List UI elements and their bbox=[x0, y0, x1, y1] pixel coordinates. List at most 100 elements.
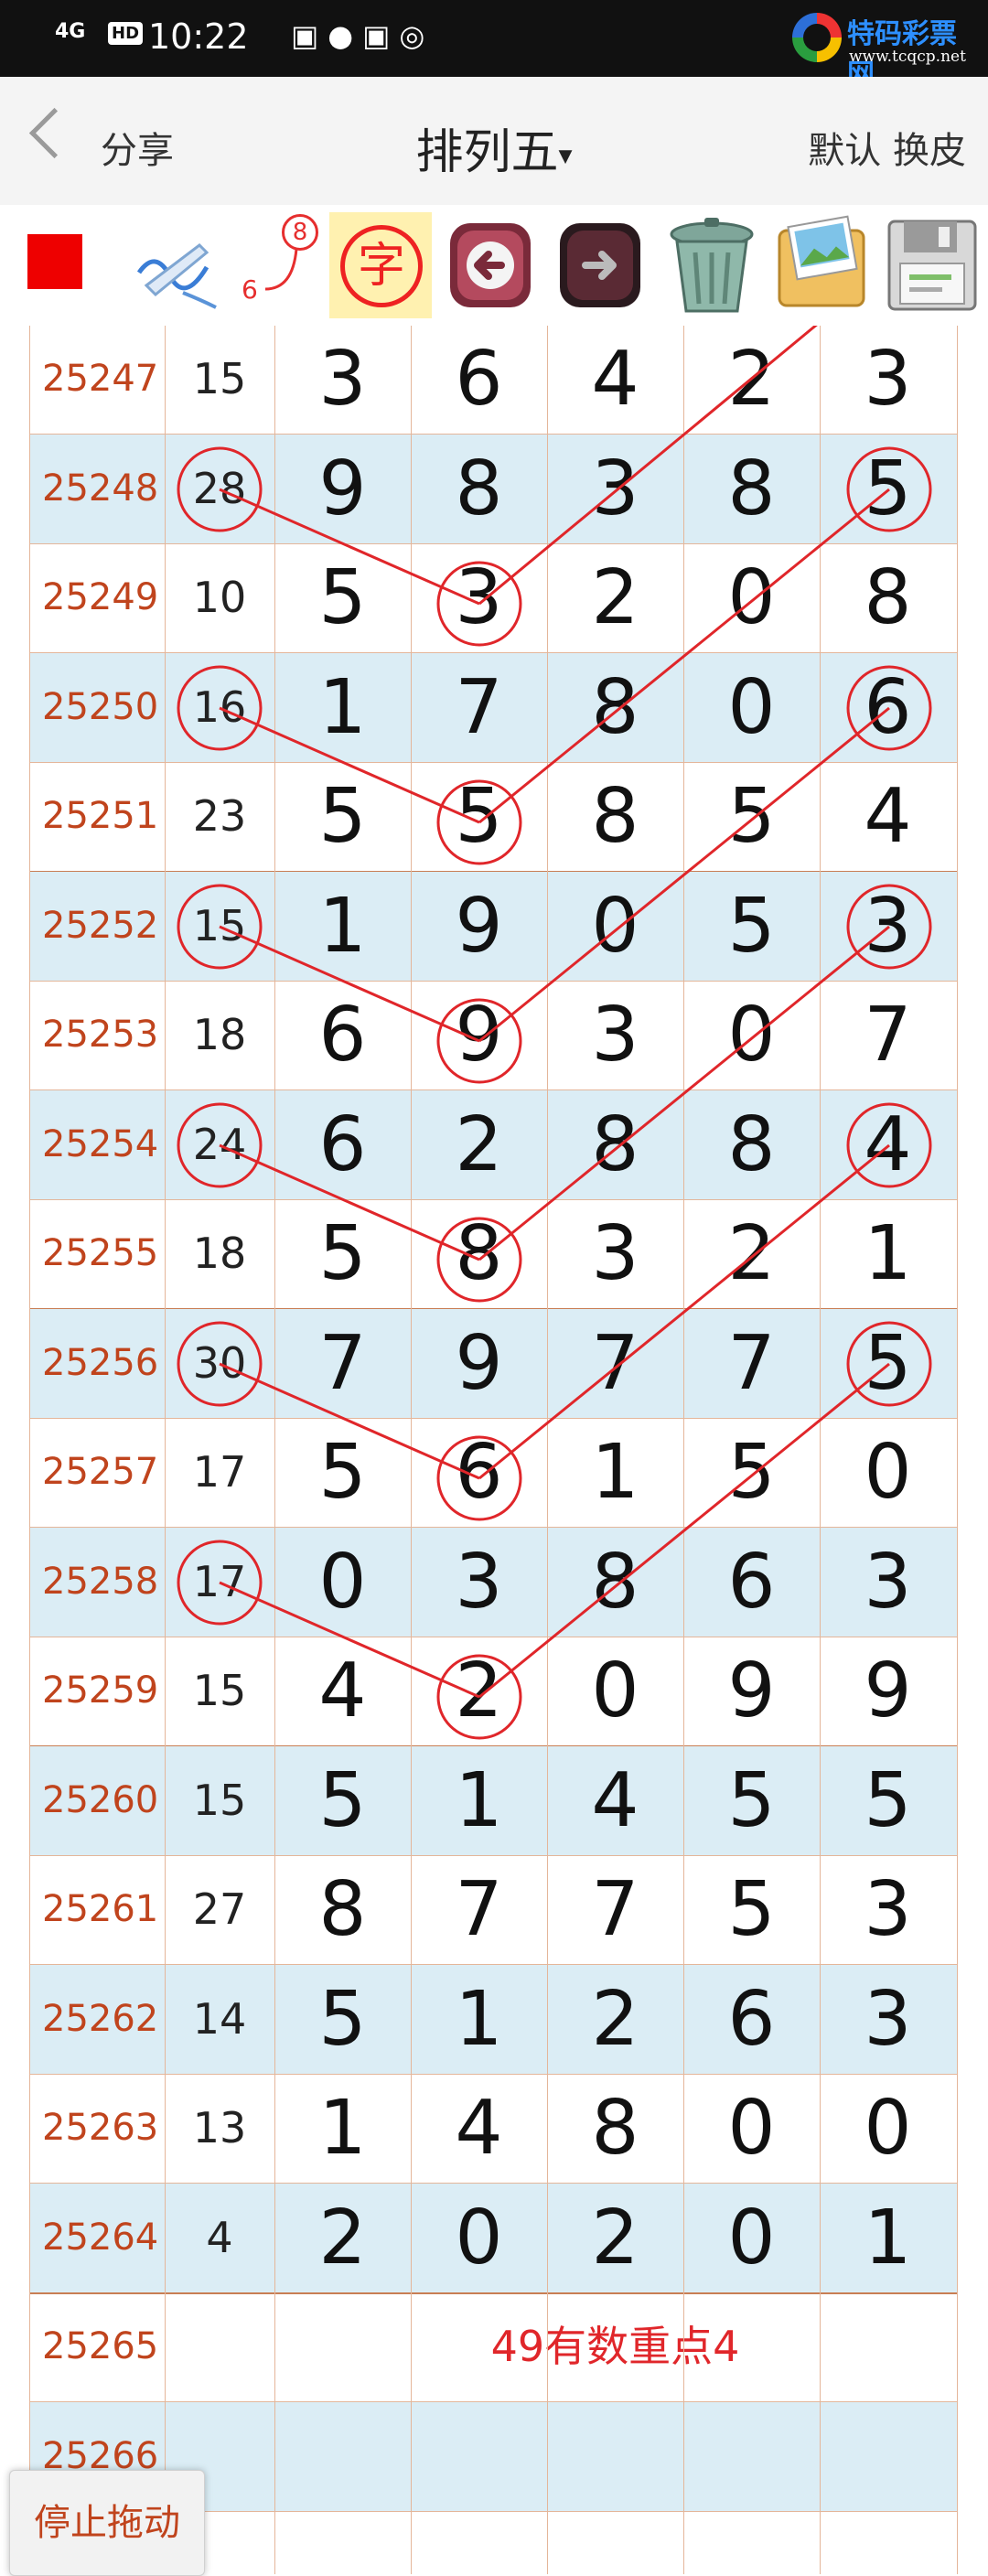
digit-cell[interactable]: 1 bbox=[274, 2074, 411, 2183]
digit-cell[interactable]: 1 bbox=[411, 1965, 547, 2074]
digit-cell[interactable] bbox=[547, 2511, 683, 2574]
digit-cell[interactable]: 9 bbox=[820, 1637, 956, 1745]
digit-cell[interactable]: 0 bbox=[683, 543, 820, 652]
digit-cell[interactable]: 0 bbox=[274, 1528, 411, 1637]
table-row[interactable]: 25257 17 5 6 1 5 0 bbox=[29, 1418, 957, 1528]
digit-cell[interactable]: 5 bbox=[820, 435, 956, 543]
digit-cell[interactable]: 8 bbox=[683, 1090, 820, 1199]
digit-cell[interactable]: 7 bbox=[547, 1309, 683, 1418]
digit-cell[interactable]: 3 bbox=[411, 543, 547, 652]
digit-cell[interactable]: 4 bbox=[411, 2074, 547, 2183]
digit-cell[interactable]: 9 bbox=[411, 981, 547, 1089]
table-row[interactable]: 25256 30 7 9 7 7 5 bbox=[29, 1309, 957, 1419]
digit-cell[interactable]: 3 bbox=[411, 1528, 547, 1637]
digit-cell[interactable]: 9 bbox=[683, 1637, 820, 1745]
digit-cell[interactable]: 2 bbox=[547, 543, 683, 652]
digit-cell[interactable]: 5 bbox=[683, 1746, 820, 1855]
digit-cell[interactable]: 0 bbox=[683, 2074, 820, 2183]
digit-cell[interactable] bbox=[683, 2511, 820, 2574]
digit-cell[interactable]: 3 bbox=[820, 872, 956, 981]
table-row[interactable]: 25261 27 8 7 7 5 3 bbox=[29, 1855, 957, 1965]
digit-cell[interactable]: 5 bbox=[411, 762, 547, 871]
digit-cell[interactable]: 8 bbox=[820, 543, 956, 652]
redo-arrow-icon[interactable] bbox=[554, 212, 646, 318]
digit-cell[interactable]: 7 bbox=[547, 1855, 683, 1964]
digit-cell[interactable]: 6 bbox=[274, 981, 411, 1089]
red-color-swatch[interactable] bbox=[27, 234, 82, 289]
skin-settings-button[interactable]: 默认 换皮 bbox=[808, 121, 966, 174]
table-row[interactable]: 25249 10 5 3 2 0 8 bbox=[29, 543, 957, 653]
digit-cell[interactable]: 6 bbox=[411, 1418, 547, 1527]
digit-cell[interactable]: 0 bbox=[683, 653, 820, 762]
digit-cell[interactable]: 2 bbox=[547, 2184, 683, 2292]
digit-cell[interactable]: 0 bbox=[547, 1637, 683, 1745]
table-row[interactable]: 25265 49有数重点4 bbox=[29, 2292, 957, 2402]
digit-cell[interactable] bbox=[683, 2402, 820, 2511]
trash-icon[interactable] bbox=[659, 212, 765, 318]
digit-cell[interactable]: 1 bbox=[411, 1746, 547, 1855]
digit-cell[interactable]: 4 bbox=[547, 1746, 683, 1855]
digit-cell[interactable]: 6 bbox=[274, 1090, 411, 1199]
digit-cell[interactable]: 2 bbox=[411, 1637, 547, 1745]
digit-cell[interactable] bbox=[547, 2402, 683, 2511]
digit-cell[interactable] bbox=[820, 2402, 956, 2511]
table-row[interactable]: 25255 18 5 8 3 2 1 bbox=[29, 1199, 957, 1310]
digit-cell[interactable]: 8 bbox=[683, 435, 820, 543]
digit-cell[interactable]: 0 bbox=[820, 1418, 956, 1527]
digit-cell[interactable]: 7 bbox=[411, 1855, 547, 1964]
table-row[interactable]: 25253 18 6 9 3 0 7 bbox=[29, 981, 957, 1090]
digit-cell[interactable]: 1 bbox=[547, 1418, 683, 1527]
table-row[interactable]: 25247 15 3 6 4 2 3 bbox=[29, 326, 957, 435]
digit-cell[interactable]: 5 bbox=[683, 872, 820, 981]
digit-cell[interactable]: 8 bbox=[547, 653, 683, 762]
table-row[interactable]: 25258 17 0 3 8 6 3 bbox=[29, 1528, 957, 1637]
digit-cell[interactable] bbox=[274, 2402, 411, 2511]
digit-cell[interactable]: 3 bbox=[547, 981, 683, 1089]
digit-cell[interactable] bbox=[411, 2402, 547, 2511]
digit-cell[interactable]: 3 bbox=[820, 326, 956, 434]
digit-cell[interactable]: 5 bbox=[683, 1418, 820, 1527]
stop-drag-button[interactable]: 停止拖动 bbox=[9, 2470, 205, 2576]
digit-cell[interactable]: 7 bbox=[683, 1309, 820, 1418]
digit-cell[interactable]: 8 bbox=[547, 1090, 683, 1199]
digit-cell[interactable]: 5 bbox=[274, 762, 411, 871]
digit-cell[interactable]: 3 bbox=[547, 1199, 683, 1308]
digit-cell[interactable]: 0 bbox=[820, 2074, 956, 2183]
number-link-tool[interactable]: 8 6 bbox=[229, 212, 320, 318]
text-tool[interactable]: 字 bbox=[329, 212, 432, 318]
digit-cell[interactable]: 2 bbox=[683, 1199, 820, 1308]
digit-cell[interactable]: 0 bbox=[411, 2184, 547, 2292]
digit-cell[interactable]: 4 bbox=[547, 326, 683, 434]
digit-cell[interactable]: 4 bbox=[820, 762, 956, 871]
table-row[interactable]: 25259 15 4 2 0 9 9 bbox=[29, 1637, 957, 1747]
digit-cell[interactable]: 1 bbox=[820, 1199, 956, 1308]
digit-cell[interactable]: 4 bbox=[820, 1090, 956, 1199]
save-floppy-icon[interactable] bbox=[882, 212, 983, 318]
digit-cell[interactable]: 0 bbox=[683, 2184, 820, 2292]
digit-cell[interactable]: 3 bbox=[820, 1965, 956, 2074]
digit-cell[interactable]: 0 bbox=[683, 981, 820, 1089]
digit-cell[interactable]: 1 bbox=[820, 2184, 956, 2292]
digit-cell[interactable]: 6 bbox=[820, 653, 956, 762]
pen-tool-icon[interactable] bbox=[128, 212, 220, 318]
digit-cell[interactable]: 3 bbox=[820, 1855, 956, 1964]
digit-cell[interactable]: 3 bbox=[547, 435, 683, 543]
digit-cell[interactable]: 4 bbox=[274, 1637, 411, 1745]
table-row[interactable]: 25263 13 1 4 8 0 0 bbox=[29, 2074, 957, 2184]
table-row[interactable]: 25264 4 2 0 2 0 1 bbox=[29, 2184, 957, 2294]
digit-cell[interactable]: 5 bbox=[274, 1199, 411, 1308]
table-row[interactable]: 25248 28 9 8 3 8 5 bbox=[29, 435, 957, 544]
digit-cell[interactable]: 9 bbox=[274, 435, 411, 543]
digit-cell[interactable]: 5 bbox=[820, 1309, 956, 1418]
digit-cell[interactable]: 2 bbox=[411, 1090, 547, 1199]
digit-cell[interactable] bbox=[820, 2511, 956, 2574]
undo-arrow-icon[interactable] bbox=[445, 212, 536, 318]
digit-cell[interactable]: 3 bbox=[820, 1528, 956, 1637]
digit-cell[interactable]: 0 bbox=[547, 872, 683, 981]
table-row[interactable]: 25262 14 5 1 2 6 3 bbox=[29, 1965, 957, 2075]
digit-cell[interactable]: 5 bbox=[274, 1418, 411, 1527]
table-row[interactable]: 25250 16 1 7 8 0 6 bbox=[29, 653, 957, 763]
digit-cell[interactable]: 8 bbox=[411, 1199, 547, 1308]
digit-cell[interactable]: 9 bbox=[411, 1309, 547, 1418]
digit-cell[interactable]: 3 bbox=[274, 326, 411, 434]
